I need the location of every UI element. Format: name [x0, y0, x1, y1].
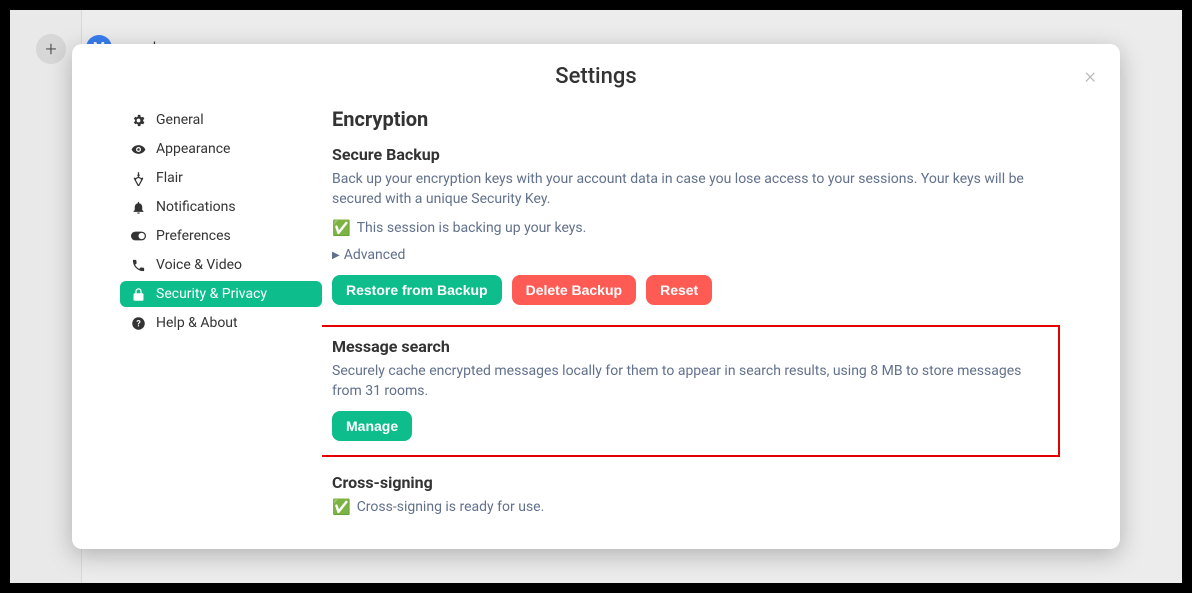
lock-icon — [130, 287, 146, 302]
gear-icon — [130, 113, 146, 128]
help-icon: ? — [130, 316, 146, 331]
nav-label: Appearance — [156, 141, 230, 157]
settings-nav: General Appearance Flair Notifications — [72, 97, 322, 549]
secure-backup-description: Back up your encryption keys with your a… — [332, 170, 1060, 209]
message-search-description: Securely cache encrypted messages locall… — [332, 362, 1048, 401]
nav-label: Security & Privacy — [156, 286, 267, 302]
settings-content: Encryption Secure Backup Back up your en… — [322, 97, 1120, 549]
nav-item-voice-video[interactable]: Voice & Video — [120, 252, 322, 278]
secure-backup-title: Secure Backup — [332, 145, 1060, 164]
cross-signing-title: Cross-signing — [332, 473, 1060, 492]
nav-item-help[interactable]: ? Help & About — [120, 310, 322, 336]
nav-item-appearance[interactable]: Appearance — [120, 136, 322, 162]
chevron-right-icon: ▶ — [332, 250, 340, 261]
cross-signing-status: ✅ Cross-signing is ready for use. — [332, 498, 1060, 516]
nav-item-flair[interactable]: Flair — [120, 165, 322, 191]
modal-title: Settings — [72, 44, 1120, 97]
check-icon: ✅ — [332, 219, 351, 237]
close-button[interactable]: × — [1084, 64, 1096, 89]
toggle-icon — [130, 231, 146, 241]
nav-label: Preferences — [156, 228, 231, 244]
nav-label: Flair — [156, 170, 183, 186]
modal-body: General Appearance Flair Notifications — [72, 97, 1120, 549]
restore-from-backup-button[interactable]: Restore from Backup — [332, 275, 502, 305]
backup-status: ✅ This session is backing up your keys. — [332, 219, 1060, 237]
nav-item-notifications[interactable]: Notifications — [120, 194, 322, 220]
secure-backup-section: Secure Backup Back up your encryption ke… — [332, 145, 1060, 305]
eye-icon — [130, 142, 146, 157]
reset-button[interactable]: Reset — [646, 275, 712, 305]
backup-status-text: This session is backing up your keys. — [357, 220, 587, 236]
settings-modal: × Settings General Appearance Flair — [72, 44, 1120, 549]
nav-label: Help & About — [156, 315, 238, 331]
nav-item-preferences[interactable]: Preferences — [120, 223, 322, 249]
phone-icon — [130, 258, 146, 273]
check-icon: ✅ — [332, 498, 351, 516]
svg-text:?: ? — [136, 319, 141, 329]
nav-label: General — [156, 112, 204, 128]
backup-button-row: Restore from Backup Delete Backup Reset — [332, 275, 1060, 305]
bell-icon — [130, 200, 146, 215]
nav-label: Voice & Video — [156, 257, 242, 273]
nav-item-security[interactable]: Security & Privacy — [120, 281, 322, 307]
close-icon: × — [1084, 64, 1096, 89]
delete-backup-button[interactable]: Delete Backup — [512, 275, 636, 305]
message-search-section: Message search Securely cache encrypted … — [322, 325, 1060, 457]
cross-signing-status-text: Cross-signing is ready for use. — [357, 499, 545, 515]
manage-button[interactable]: Manage — [332, 411, 412, 441]
advanced-label: Advanced — [344, 247, 406, 263]
nav-item-general[interactable]: General — [120, 107, 322, 133]
cross-signing-section: Cross-signing ✅ Cross-signing is ready f… — [332, 473, 1060, 516]
nav-label: Notifications — [156, 199, 236, 215]
advanced-toggle[interactable]: ▶ Advanced — [332, 247, 1060, 263]
message-search-title: Message search — [332, 337, 1048, 356]
page-heading: Encryption — [332, 107, 1060, 131]
star-icon — [130, 171, 146, 186]
